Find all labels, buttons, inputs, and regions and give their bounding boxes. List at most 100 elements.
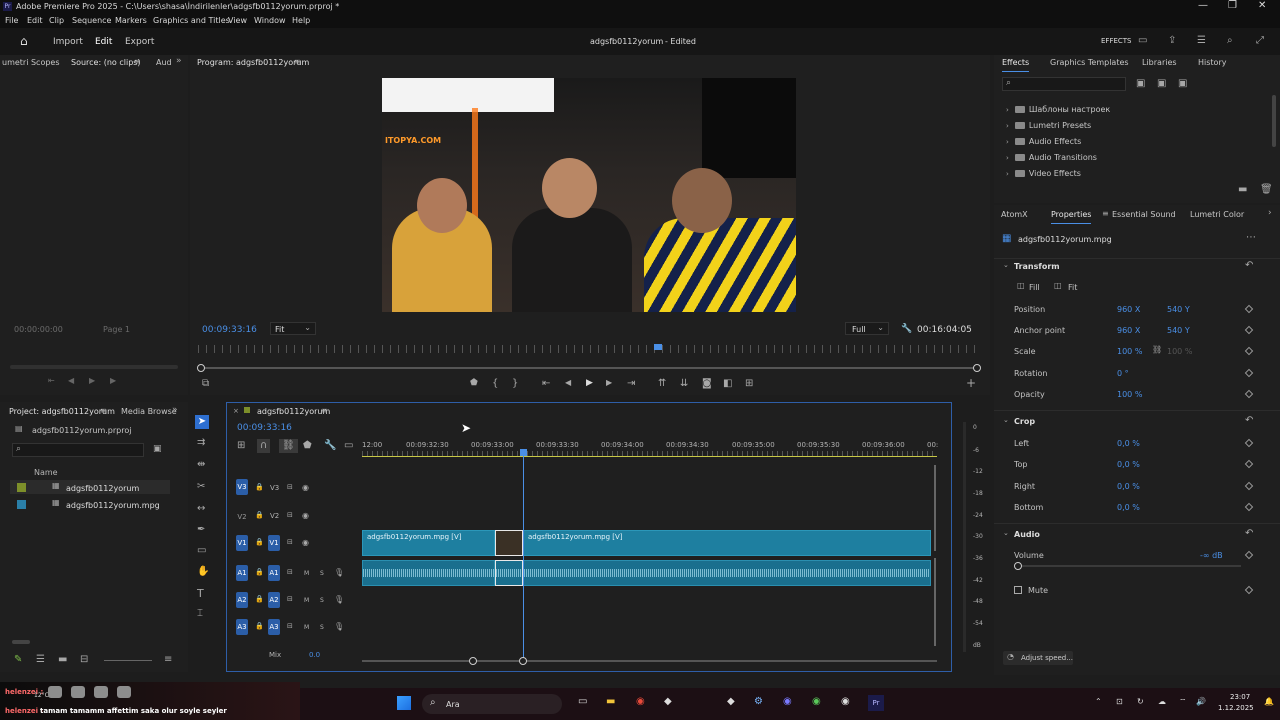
tab-graphics-templates[interactable]: Graphics Templates — [1050, 58, 1129, 72]
audio-clip[interactable] — [523, 560, 931, 586]
tab-effects[interactable]: Effects — [1002, 58, 1030, 72]
mute-toggle[interactable]: M — [304, 570, 309, 577]
eye-icon[interactable]: ◉ — [302, 484, 309, 492]
lock-icon[interactable]: 🔒 — [255, 623, 264, 630]
caption-tool-icon[interactable]: ⌶ — [197, 609, 203, 619]
fill-option[interactable]: Fill — [1029, 283, 1040, 292]
sync-lock-icon[interactable]: ⊟ — [287, 512, 293, 519]
sort-icon[interactable]: ≡ — [164, 655, 172, 665]
volume-value[interactable]: -∞ dB — [1200, 551, 1223, 560]
crop-section[interactable]: Crop — [1014, 417, 1035, 426]
lock-icon[interactable]: 🔒 — [255, 512, 264, 519]
lock-icon[interactable]: 🔒 — [255, 596, 264, 603]
prev-frame-icon[interactable]: ◀ — [68, 377, 74, 385]
mute-toggle[interactable]: M — [304, 597, 309, 604]
timeline-playhead[interactable] — [523, 449, 524, 659]
scale-value[interactable]: 100 % — [1117, 347, 1142, 356]
anchor-y[interactable]: 540 Y — [1167, 326, 1190, 335]
effects-scrollbar[interactable] — [1272, 95, 1276, 147]
sync-icon[interactable]: ↻ — [1137, 698, 1144, 706]
anchor-x[interactable]: 960 X — [1117, 326, 1140, 335]
reset-icon[interactable]: ↶ — [1245, 529, 1253, 539]
go-to-out-icon[interactable]: ⇥ — [627, 379, 635, 389]
audio-clip[interactable] — [362, 560, 495, 586]
volume-slider[interactable] — [1016, 565, 1241, 567]
clock-date[interactable]: 1.12.2025 — [1218, 704, 1254, 712]
track-source-a3[interactable]: A3 — [236, 619, 248, 635]
yuv-icon[interactable]: ▣ — [1178, 79, 1187, 89]
track-label-a2[interactable]: A2 — [268, 592, 280, 608]
video-clip[interactable]: adgsfb0112yorum.mpg [V] — [523, 530, 931, 556]
slip-icon[interactable]: ↔ — [197, 504, 205, 514]
chevron-right-icon[interactable]: » — [172, 406, 178, 415]
ripple-edit-icon[interactable]: ⇹ — [197, 460, 205, 470]
more-icon[interactable]: ⋯ — [1246, 233, 1256, 243]
folder-item[interactable]: › Шаблоны настроек — [1006, 102, 1110, 118]
search-icon[interactable]: ⌕ — [1227, 36, 1233, 46]
crop-bottom-value[interactable]: 0,0 % — [1117, 503, 1140, 512]
windows-start-icon[interactable] — [397, 696, 411, 710]
adjust-speed-button[interactable]: ◔ Adjust speed... — [1003, 651, 1073, 665]
track-select-icon[interactable]: ⇉ — [197, 438, 205, 448]
audio-clip-selected[interactable] — [495, 560, 523, 586]
tab-audio[interactable]: Aud — [156, 58, 172, 72]
video-scrollbar[interactable] — [934, 465, 936, 551]
menu-file[interactable]: File — [5, 16, 18, 25]
hand-icon[interactable]: ✋ — [197, 567, 209, 577]
timeline-horizontal-scrollbar[interactable] — [362, 660, 937, 662]
pencil-icon[interactable]: ✎ — [14, 655, 22, 665]
trash-icon[interactable]: 🗑 — [1260, 185, 1273, 195]
home-icon[interactable]: ⌂ — [20, 35, 28, 47]
position-y[interactable]: 540 Y — [1167, 305, 1190, 314]
wrench-icon[interactable]: 🔧 — [901, 325, 912, 334]
tab-export[interactable]: Export — [125, 37, 154, 47]
panel-menu-icon[interactable]: ≡ — [1102, 210, 1109, 218]
tab-program[interactable]: Program: adgsfb0112yorum — [197, 58, 309, 72]
fit-icon[interactable]: ◫ — [1054, 282, 1062, 290]
tab-atomx[interactable]: AtomX — [1001, 210, 1028, 224]
video-clip-selected[interactable] — [495, 530, 523, 556]
network-icon[interactable]: ⊡ — [1116, 698, 1123, 706]
program-ruler[interactable] — [198, 345, 978, 353]
project-item[interactable]: ▦ adgsfb0112yorum.mpg — [10, 497, 170, 511]
maximize-icon[interactable]: ❐ — [1228, 1, 1237, 11]
track-source-v3[interactable]: V3 — [236, 479, 248, 495]
lock-icon[interactable]: 🔒 — [255, 539, 264, 546]
source-scrubber[interactable] — [10, 365, 178, 369]
playhead-handle[interactable] — [520, 449, 527, 456]
notification-icon[interactable]: 🔔 — [1264, 698, 1274, 706]
folder-item[interactable]: › Audio Effects — [1006, 134, 1110, 150]
panel-menu-icon[interactable]: ≡ — [100, 407, 107, 415]
sync-lock-icon[interactable]: ⊟ — [287, 539, 293, 546]
project-scrollbar[interactable] — [12, 640, 30, 644]
sync-lock-icon[interactable]: ⊟ — [287, 596, 293, 603]
mix-value[interactable]: 0.0 — [309, 651, 320, 659]
sync-lock-icon[interactable]: ⊟ — [287, 623, 293, 630]
microphone-icon[interactable]: 🎙 — [334, 569, 344, 577]
rotation-value[interactable]: 0 ° — [1117, 369, 1129, 378]
opacity-value[interactable]: 100 % — [1117, 390, 1142, 399]
menu-edit[interactable]: Edit — [27, 16, 43, 25]
lock-icon[interactable]: 🔒 — [255, 569, 264, 576]
quality-dropdown[interactable]: Full ⌄ — [845, 322, 889, 335]
chevron-down-icon[interactable]: ⌄ — [1003, 262, 1009, 269]
task-view-icon[interactable]: ▭ — [578, 697, 587, 707]
program-playhead[interactable] — [654, 344, 663, 350]
track-label-v1[interactable]: V1 — [268, 535, 280, 551]
track-source-a1[interactable]: A1 — [236, 565, 248, 581]
menu-view[interactable]: View — [228, 16, 247, 25]
zoom-slider[interactable] — [104, 660, 152, 661]
solo-toggle[interactable]: S — [320, 597, 324, 604]
timeline-settings-icon[interactable]: 🔧 — [324, 441, 336, 451]
source-page[interactable]: Page 1 — [103, 325, 130, 334]
track-source-a2[interactable]: A2 — [236, 592, 248, 608]
safe-margins-icon[interactable]: ⧉ — [202, 379, 209, 389]
go-to-in-icon[interactable]: ⇤ — [542, 379, 550, 389]
effects-search-input[interactable]: ⌕ — [1002, 77, 1126, 91]
menu-clip[interactable]: Clip — [49, 16, 64, 25]
tab-sequence[interactable]: adgsfb0112yorum — [257, 407, 330, 421]
snap-icon[interactable]: ∩ — [257, 439, 271, 453]
browser-icon[interactable]: ◉ — [812, 697, 821, 707]
menu-help[interactable]: Help — [292, 16, 310, 25]
audio-scrollbar[interactable] — [934, 558, 936, 646]
